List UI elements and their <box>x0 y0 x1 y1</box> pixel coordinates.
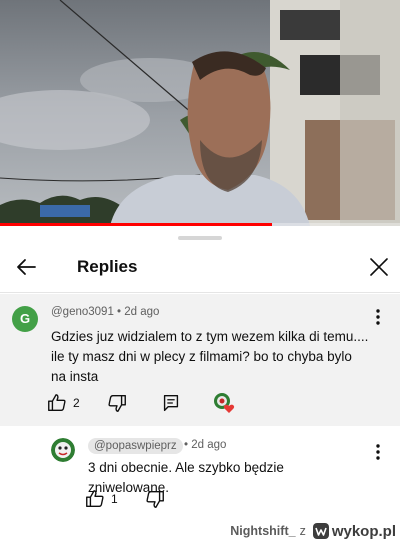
thumb-down-icon <box>108 394 126 412</box>
thumb-up-icon <box>48 394 66 412</box>
avatar[interactable]: G <box>12 306 38 332</box>
creator-heart-badge <box>212 390 236 416</box>
wykop-logo: wykop.pl <box>312 522 396 540</box>
thumb-down-icon <box>146 490 164 508</box>
sheet-header: Replies <box>0 244 400 292</box>
comment-author[interactable]: @geno3091 <box>51 306 114 318</box>
channel-avatar-icon <box>51 438 75 462</box>
reply-button[interactable] <box>160 390 182 416</box>
dislike-button[interactable] <box>144 486 166 512</box>
like-count: 1 <box>111 492 118 506</box>
dislike-button[interactable] <box>106 390 128 416</box>
drag-handle[interactable] <box>178 236 222 240</box>
arrow-left-icon <box>17 259 36 275</box>
parent-comment: G @geno3091 • 2d ago Gdzies juz widziale… <box>0 294 400 426</box>
more-vert-icon <box>376 444 380 460</box>
close-button[interactable] <box>362 250 396 284</box>
header-divider <box>0 292 400 293</box>
comment-meta: • 2d ago <box>184 439 226 451</box>
comment-time: 2d ago <box>124 306 160 318</box>
replies-sheet: Replies G @geno3091 • 2d ago Gdzies juz … <box>0 226 400 546</box>
wykop-logo-icon <box>312 523 329 539</box>
more-vert-icon <box>376 309 380 325</box>
like-button[interactable]: 2 <box>46 390 80 416</box>
comment-text: Gdzies juz widzialem to z tym wezem kilk… <box>51 329 369 384</box>
wykop-watermark: Nightshift_ z wykop.pl <box>230 520 396 542</box>
comment-time: 2d ago <box>191 439 227 451</box>
comment-actions: 1 <box>84 486 204 512</box>
like-count: 2 <box>73 396 80 410</box>
comment-meta: @geno3091 • 2d ago <box>51 306 159 318</box>
like-button[interactable]: 1 <box>84 486 118 512</box>
back-button[interactable] <box>10 250 44 284</box>
video-player[interactable] <box>0 0 400 226</box>
page-title: Replies <box>77 257 138 276</box>
watermark-site: wykop.pl <box>331 522 396 540</box>
video-frame <box>0 0 400 226</box>
reply-author[interactable]: @popaswpieprz <box>88 438 183 454</box>
thumb-up-icon <box>86 490 104 508</box>
reply-icon <box>163 394 179 412</box>
comment-menu-button[interactable] <box>368 440 388 464</box>
close-icon <box>370 258 388 276</box>
creator-heart-icon <box>214 393 235 413</box>
comment-menu-button[interactable] <box>368 305 388 329</box>
avatar[interactable] <box>51 438 75 462</box>
comment-actions: 2 <box>46 390 246 416</box>
watermark-separator: z <box>299 524 306 538</box>
watermark-user: Nightshift_ <box>230 524 296 538</box>
